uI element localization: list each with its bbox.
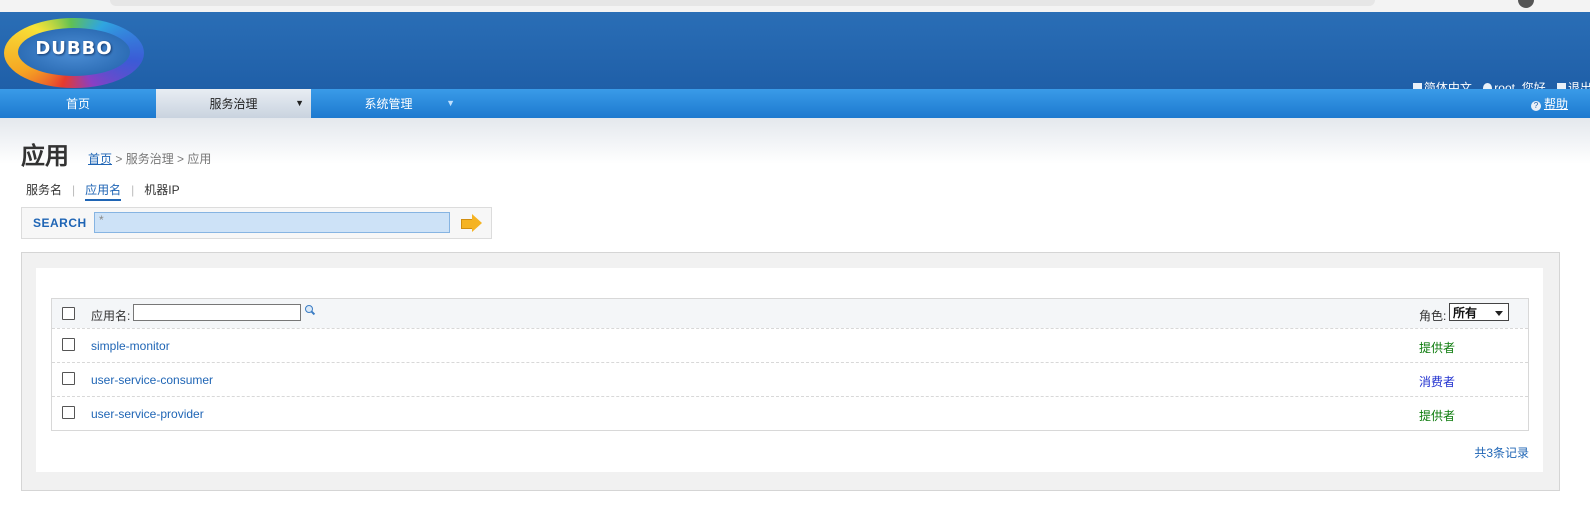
app-name-link[interactable]: simple-monitor (91, 339, 170, 353)
dropdown-arrow-icon: ▼ (295, 98, 304, 108)
browser-top-strip (0, 0, 1590, 12)
nav-tab-service-governance[interactable]: 服务治理 ▼ (156, 89, 311, 118)
app-filter-label: 应用名: (91, 309, 131, 323)
breadcrumb: 首页 > 服务治理 > 应用 (88, 150, 211, 167)
table-row: simple-monitor 提供者 (52, 328, 1528, 362)
role-filter-label: 角色: (1419, 309, 1447, 323)
arrow-head (472, 214, 482, 232)
main-nav: 首页 服务治理 ▼ 系统管理 ▼ ? 帮助 (0, 89, 1590, 118)
search-type-tabs: 服务名 | 应用名 | 机器IP (26, 181, 180, 201)
magnifier-handle (310, 310, 316, 316)
search-box: SEARCH * (21, 207, 492, 239)
tab-divider: | (131, 183, 135, 197)
search-go-arrow-icon[interactable] (461, 213, 483, 232)
role-select[interactable]: 所有 (1449, 303, 1509, 321)
breadcrumb-home-link[interactable]: 首页 (88, 152, 112, 166)
nav-tab-system-management-label: 系统管理 (364, 97, 413, 111)
nav-tab-home[interactable]: 首页 (0, 89, 156, 118)
scroll-strip (110, 0, 1375, 6)
table-row: user-service-provider 提供者 (52, 396, 1528, 430)
table-header-row: 应用名: 角色: 所有 (52, 299, 1528, 328)
help-icon: ? (1530, 101, 1541, 111)
nav-tab-system-management[interactable]: 系统管理 ▼ (311, 89, 466, 118)
row-checkbox[interactable] (62, 372, 75, 385)
app-filter-input[interactable] (133, 304, 301, 321)
help-link[interactable]: ? 帮助 (1530, 89, 1568, 120)
record-count: 共3条记录 (1474, 446, 1529, 460)
content-top-shadow (0, 118, 1590, 164)
table-row: user-service-consumer 消费者 (52, 362, 1528, 396)
row-checkbox[interactable] (62, 338, 75, 351)
search-input[interactable]: * (94, 212, 450, 233)
tab-service-name[interactable]: 服务名 (26, 181, 62, 198)
tab-app-name[interactable]: 应用名 (85, 181, 122, 201)
tab-divider: | (72, 183, 76, 197)
chevron-down-icon (1495, 311, 1503, 316)
search-icon[interactable] (305, 305, 316, 316)
nav-tab-service-governance-label: 服务治理 (209, 97, 258, 111)
role-badge: 提供者 (1419, 341, 1456, 355)
results-container: 应用名: 角色: 所有 simple-monitor 提供者 user-serv… (21, 252, 1560, 491)
tab-machine-ip[interactable]: 机器IP (144, 181, 179, 198)
dubbo-logo[interactable]: DUBBO (4, 18, 144, 88)
help-label: 帮助 (1543, 97, 1568, 111)
app-name-link[interactable]: user-service-provider (91, 407, 204, 421)
breadcrumb-trail: > 服务治理 > 应用 (112, 152, 212, 166)
dropdown-arrow-icon: ▼ (446, 98, 455, 108)
logo-text: DUBBO (35, 38, 113, 59)
page-title: 应用 (21, 143, 69, 170)
row-checkbox[interactable] (62, 406, 75, 419)
application-table: 应用名: 角色: 所有 simple-monitor 提供者 user-serv… (51, 298, 1529, 431)
search-label: SEARCH (33, 216, 87, 230)
header-bar: DUBBO 简体中文 root, 您好 退出 (0, 12, 1590, 95)
browser-icon (1518, 0, 1534, 8)
results-panel: 应用名: 角色: 所有 simple-monitor 提供者 user-serv… (36, 268, 1543, 472)
role-badge: 消费者 (1419, 375, 1456, 389)
select-all-checkbox[interactable] (62, 307, 75, 320)
role-badge: 提供者 (1419, 409, 1456, 423)
role-select-value: 所有 (1453, 306, 1478, 320)
app-name-link[interactable]: user-service-consumer (91, 373, 213, 387)
